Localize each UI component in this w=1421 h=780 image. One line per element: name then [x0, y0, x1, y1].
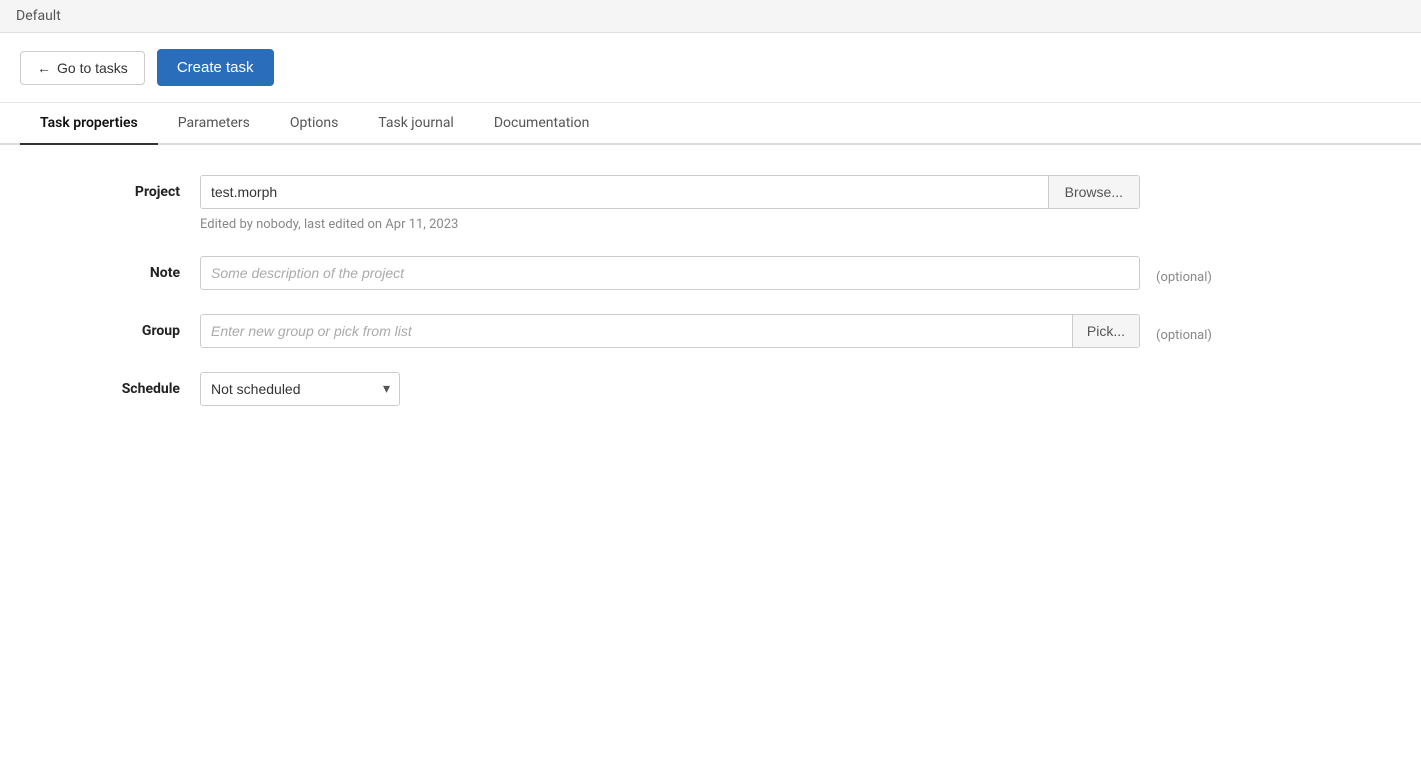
project-label: Project [40, 175, 200, 200]
group-field: Pick... (optional) [200, 314, 1381, 348]
schedule-wrapper: Not scheduled Daily Weekly Monthly Custo… [200, 372, 400, 406]
note-label: Note [40, 256, 200, 281]
pick-button[interactable]: Pick... [1072, 315, 1139, 347]
top-bar: Default [0, 0, 1421, 33]
tab-task-properties[interactable]: Task properties [20, 103, 158, 145]
tabs-bar: Task properties Parameters Options Task … [0, 103, 1421, 145]
browse-button[interactable]: Browse... [1048, 176, 1139, 208]
group-input[interactable] [201, 315, 1072, 347]
go-back-arrow: ← [37, 60, 51, 76]
group-input-wrapper: Pick... [200, 314, 1140, 348]
content-area: Project Browse... Edited by nobody, last… [0, 145, 1421, 460]
note-optional: (optional) [1148, 261, 1212, 285]
tab-task-journal[interactable]: Task journal [358, 103, 474, 145]
edited-text: Edited by nobody, last edited on Apr 11,… [200, 217, 1381, 232]
go-back-label: Go to tasks [57, 60, 128, 76]
group-optional: (optional) [1148, 319, 1212, 343]
project-row: Project Browse... Edited by nobody, last… [40, 175, 1381, 232]
create-task-button[interactable]: Create task [157, 49, 274, 86]
note-row: Note (optional) [40, 256, 1381, 290]
toolbar: ← Go to tasks Create task [0, 33, 1421, 103]
project-input[interactable] [201, 176, 1048, 208]
tab-documentation[interactable]: Documentation [474, 103, 610, 145]
tab-parameters[interactable]: Parameters [158, 103, 270, 145]
schedule-field: Not scheduled Daily Weekly Monthly Custo… [200, 372, 1381, 406]
schedule-label: Schedule [40, 372, 200, 397]
schedule-row: Schedule Not scheduled Daily Weekly Mont… [40, 372, 1381, 406]
group-row: Group Pick... (optional) [40, 314, 1381, 348]
tab-options[interactable]: Options [270, 103, 358, 145]
top-bar-label: Default [16, 8, 61, 24]
project-input-wrapper: Browse... [200, 175, 1140, 209]
group-label: Group [40, 314, 200, 339]
note-field: (optional) [200, 256, 1381, 290]
note-input[interactable] [200, 256, 1140, 290]
go-back-button[interactable]: ← Go to tasks [20, 51, 145, 85]
schedule-select[interactable]: Not scheduled Daily Weekly Monthly Custo… [200, 372, 400, 406]
